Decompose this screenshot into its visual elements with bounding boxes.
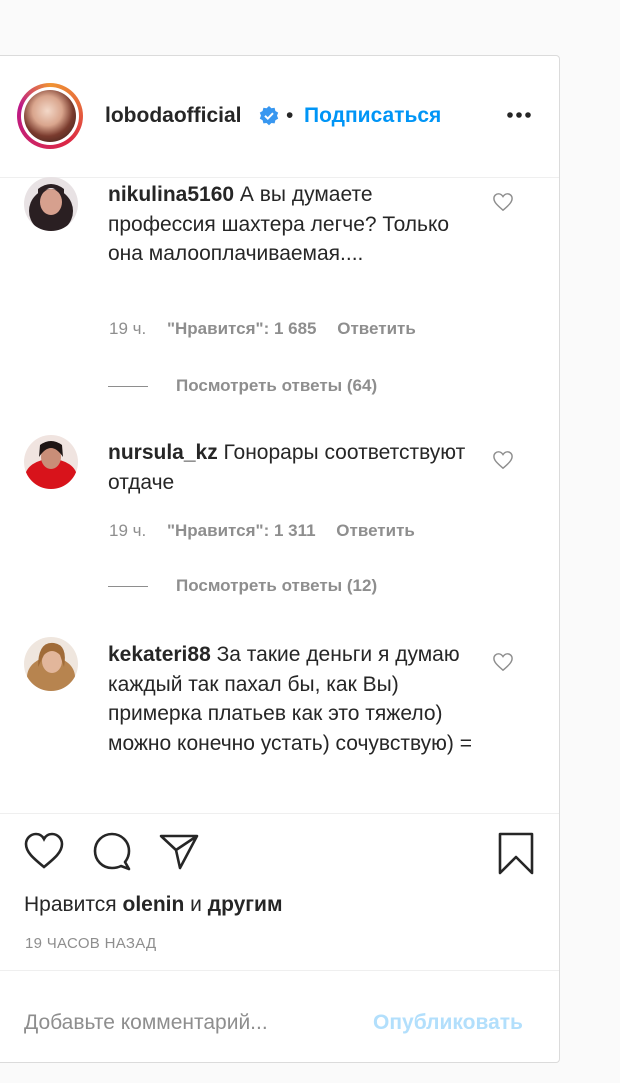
comment-username[interactable]: nursula_kz <box>108 441 218 464</box>
reply-button[interactable]: Ответить <box>337 319 416 338</box>
likes-and: и <box>184 893 208 916</box>
like-comment-heart-icon[interactable] <box>492 652 514 672</box>
comment-username[interactable]: kekateri88 <box>108 643 211 666</box>
comment-bubble-icon[interactable] <box>91 832 133 872</box>
view-replies-label: Посмотреть ответы (12) <box>176 576 378 595</box>
comment-meta: 19 ч. "Нравится": 1 311 Ответить <box>109 521 431 541</box>
profile-avatar[interactable] <box>17 83 83 149</box>
reply-button[interactable]: Ответить <box>336 521 415 540</box>
post-timestamp[interactable]: 19 ЧАСОВ НАЗАД <box>25 935 156 952</box>
save-bookmark-icon[interactable] <box>497 832 535 876</box>
post-card: lobodaofficial • Подписаться nikulina516… <box>0 55 560 1063</box>
publish-button[interactable]: Опубликовать <box>373 1011 523 1035</box>
comment-username[interactable]: nikulina5160 <box>108 183 234 206</box>
profile-username[interactable]: lobodaofficial <box>105 104 242 128</box>
commenter-avatar[interactable] <box>24 435 78 489</box>
add-comment-bar: Добавьте комментарий... Опубликовать <box>0 970 559 1064</box>
verified-badge-icon <box>259 106 279 126</box>
comment-meta: 19 ч. "Нравится": 1 685 Ответить <box>109 319 432 339</box>
likes-prefix: Нравится <box>24 893 123 916</box>
follow-button[interactable]: Подписаться <box>304 104 441 128</box>
comment-time: 19 ч. <box>109 319 147 338</box>
action-bar-divider <box>0 813 559 815</box>
comment-text: nursula_kz Гонорары соответствуют отдаче <box>108 438 473 497</box>
comment-text: nikulina5160 А вы думаете профессия шахт… <box>108 180 473 269</box>
likes-user-link[interactable]: olenin <box>123 893 185 916</box>
like-comment-heart-icon[interactable] <box>492 192 514 212</box>
comment-likes[interactable]: "Нравится": 1 311 <box>167 521 316 540</box>
share-paper-plane-icon[interactable] <box>158 832 200 870</box>
comment-input[interactable]: Добавьте комментарий... <box>24 1011 268 1035</box>
view-replies-button[interactable]: Посмотреть ответы (12) <box>108 576 377 596</box>
likes-summary: Нравится olenin и другим <box>24 893 283 917</box>
header-separator: • <box>286 104 294 127</box>
commenter-avatar[interactable] <box>24 177 78 231</box>
post-header: lobodaofficial • Подписаться <box>0 56 559 178</box>
replies-divider <box>108 386 148 388</box>
like-comment-heart-icon[interactable] <box>492 450 514 470</box>
comment-time: 19 ч. <box>109 521 147 540</box>
like-heart-icon[interactable] <box>24 832 64 870</box>
view-replies-button[interactable]: Посмотреть ответы (64) <box>108 376 377 396</box>
commenter-avatar[interactable] <box>24 637 78 691</box>
comment-likes[interactable]: "Нравится": 1 685 <box>167 319 317 338</box>
likes-others-link[interactable]: другим <box>208 893 283 916</box>
view-replies-label: Посмотреть ответы (64) <box>176 376 378 395</box>
more-options-icon[interactable] <box>505 108 533 122</box>
comment-text: kekateri88 За такие деньги я думаю кажды… <box>108 640 473 758</box>
replies-divider <box>108 586 148 588</box>
